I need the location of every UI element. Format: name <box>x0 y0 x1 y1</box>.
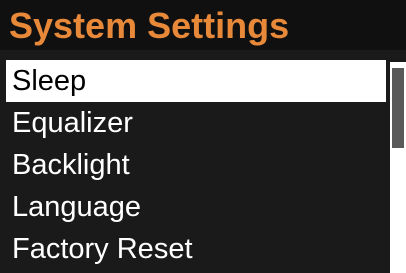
menu-item-backlight[interactable]: Backlight <box>6 144 386 186</box>
menu-item-factory-reset[interactable]: Factory Reset <box>6 228 386 270</box>
menu-item-language[interactable]: Language <box>6 186 386 228</box>
scrollbar-thumb[interactable] <box>392 68 404 148</box>
menu-item-sleep[interactable]: Sleep <box>6 60 386 102</box>
menu-item-equalizer[interactable]: Equalizer <box>6 102 386 144</box>
header-bar: System Settings <box>0 0 406 50</box>
device-screen: System Settings Sleep Equalizer Backligh… <box>0 0 406 273</box>
page-title: System Settings <box>9 5 290 46</box>
